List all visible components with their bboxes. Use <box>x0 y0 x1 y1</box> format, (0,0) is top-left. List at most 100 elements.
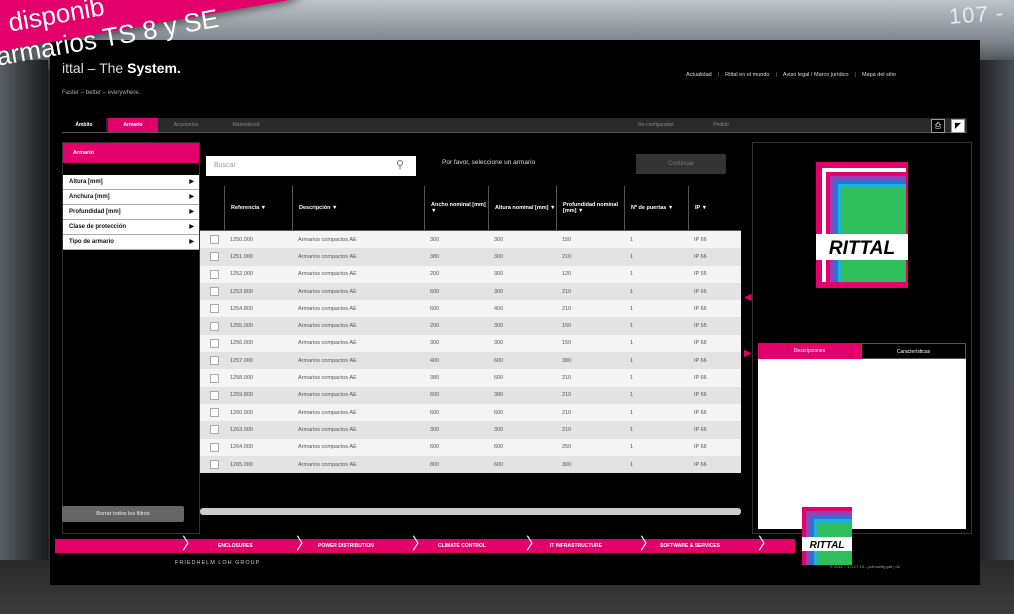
table-cell: IP 55 <box>694 323 707 330</box>
header-ancho[interactable]: Ancho nominal [mm] ▼ <box>424 186 488 230</box>
chevron-right-icon: 〉 <box>412 536 429 553</box>
header-descripcion[interactable]: Descripción ▼ <box>292 186 424 230</box>
table-cell: 600 <box>430 444 440 451</box>
link-legal[interactable]: Aviso legal / Marco jurídico <box>783 72 849 78</box>
header-profundidad[interactable]: Profundidad nominal [mm] ▼ <box>556 186 624 230</box>
row-checkbox[interactable] <box>210 408 219 418</box>
row-checkbox[interactable] <box>210 269 219 279</box>
header-referencia[interactable]: Referencia ▼ <box>224 186 292 230</box>
table-row[interactable]: 1253.800 Armarios compactos AE 600 300 210 1 I… <box>200 282 741 301</box>
footer-power-distribution[interactable]: POWER DISTRIBUTION <box>318 539 374 553</box>
table-cell: 380 <box>562 357 572 364</box>
header-puertas[interactable]: Nº de puertas ▼ <box>624 186 688 230</box>
row-checkbox[interactable] <box>210 425 219 435</box>
table-row[interactable]: 1251.000 Armarios compactos AE 380 300 210 1 I… <box>200 248 741 266</box>
tab-caracteristicas[interactable]: Características <box>861 343 966 359</box>
table-cell: 1260.000 <box>230 409 253 416</box>
header-ip[interactable]: IP ▼ <box>688 186 741 230</box>
chevron-right-icon: ▶ <box>189 209 194 215</box>
filter-anchura[interactable]: Anchura [mm] ▶ <box>63 190 199 205</box>
row-checkbox[interactable] <box>210 442 219 452</box>
table-cell: 1257.000 <box>230 357 253 364</box>
sidebar-title: Armario <box>63 143 199 163</box>
table-row[interactable]: 1260.000 Armarios compactos AE 600 600 210 1 I… <box>200 403 741 422</box>
table-cell: IP 55 <box>694 271 707 278</box>
horizontal-scrollbar[interactable] <box>200 508 741 515</box>
group-name: FRIEDHELM LOH GROUP <box>175 560 261 566</box>
header-altura[interactable]: Altura nominal [mm] ▼ <box>488 186 556 230</box>
table-cell: 1 <box>630 236 634 243</box>
top-links: Actualidad | Rittal en el mundo | Aviso le… <box>686 72 896 78</box>
collapse-left-icon[interactable]: ◀ <box>744 292 752 306</box>
search-input[interactable]: Buscar <box>206 156 416 176</box>
rittal-logo-text: RITTAL <box>829 238 895 259</box>
row-checkbox[interactable] <box>210 321 219 331</box>
tab-accesorios[interactable]: Accesorios <box>160 118 212 132</box>
table-cell: Armarios compactos AE <box>298 340 357 347</box>
row-checkbox-cell <box>200 425 224 435</box>
row-checkbox-cell <box>200 321 224 331</box>
footer-climate-control[interactable]: CLIMATE CONTROL <box>438 539 486 553</box>
tab-descripciones[interactable]: Descripciones <box>758 343 861 359</box>
filter-altura[interactable]: Altura [mm] ▶ <box>63 175 199 190</box>
tab-materialized[interactable]: Materialized <box>214 118 278 132</box>
row-checkbox[interactable] <box>210 252 219 262</box>
tab-armario[interactable]: Armario <box>108 118 158 132</box>
print-icon[interactable]: ⎙ <box>931 119 945 133</box>
row-checkbox[interactable] <box>210 460 219 469</box>
select-message: Por favor, seleccione un armario <box>442 159 536 166</box>
link-rittal-world[interactable]: Rittal en el mundo <box>725 72 769 78</box>
chevron-right-icon: 〉 <box>296 536 313 553</box>
table-cell: 300 <box>430 236 440 243</box>
corner-number: 107 - <box>948 0 1005 29</box>
filter-label: Clase de protección <box>69 224 127 230</box>
filter-profundidad[interactable]: Profundidad [mm] ▶ <box>63 205 199 220</box>
table-row[interactable]: 1258.000 Armarios compactos AE 380 600 210 1 I… <box>200 369 741 387</box>
tab-reconfigurador[interactable]: Re-configurador <box>614 118 698 132</box>
row-checkbox[interactable] <box>210 304 219 314</box>
table-row[interactable]: 1259.800 Armarios compactos AE 600 380 210 1 I… <box>200 386 741 404</box>
cursor-icon[interactable]: ◤ <box>951 119 965 133</box>
link-sitemap[interactable]: Mapa del sitio <box>862 72 896 78</box>
table-cell: 200 <box>430 323 440 330</box>
tab-ambito[interactable]: Ámbito <box>62 118 106 132</box>
table-row[interactable]: 1265.000 Armarios compactos AE 800 600 300 1 I… <box>200 455 741 474</box>
footer-enclosures[interactable]: ENCLOSURES <box>218 539 253 553</box>
table-cell: 1 <box>630 426 634 433</box>
chevron-right-icon: 〉 <box>758 536 775 553</box>
row-checkbox[interactable] <box>210 235 219 245</box>
table-row[interactable]: 1250.000 Armarios compactos AE 300 300 150 1 I… <box>200 231 741 249</box>
table-row[interactable]: 1264.000 Armarios compactos AE 600 600 250 1 I… <box>200 438 741 456</box>
row-checkbox[interactable] <box>210 373 219 383</box>
table-cell: 300 <box>494 340 504 347</box>
table-row[interactable]: 1256.000 Armarios compactos AE 300 300 150 1 I… <box>200 334 741 353</box>
expand-right-icon[interactable]: ▶ <box>744 348 752 362</box>
table-row[interactable]: 1255.000 Armarios compactos AE 200 300 150 1 I… <box>200 317 741 335</box>
table-row[interactable]: 1252.000 Armarios compactos AE 200 300 120 1 I… <box>200 265 741 283</box>
filter-clase-proteccion[interactable]: Clase de protección ▶ <box>63 220 199 235</box>
rittal-logo: RITTAL <box>816 162 908 288</box>
row-checkbox[interactable] <box>210 356 219 366</box>
table-row[interactable]: 1263.000 Armarios compactos AE 300 300 210 1 I… <box>200 421 741 439</box>
row-checkbox[interactable] <box>210 390 219 400</box>
site-logo[interactable]: ittal – The System. <box>62 60 181 76</box>
header-checkbox-col <box>200 186 224 230</box>
continue-button[interactable]: Continuar <box>636 154 726 174</box>
table-row[interactable]: 1257.000 Armarios compactos AE 400 600 380 1 I… <box>200 352 741 370</box>
search-icon[interactable]: ⚲ <box>396 158 404 171</box>
table-cell: 600 <box>430 305 440 312</box>
table-cell: 1254.800 <box>230 305 253 312</box>
footer-software-services[interactable]: SOFTWARE & SERVICES <box>660 539 720 553</box>
table-cell: Armarios compactos AE <box>298 444 357 451</box>
link-actualidad[interactable]: Actualidad <box>686 72 712 78</box>
filter-tipo-armario[interactable]: Tipo de armario ▶ <box>63 235 199 250</box>
table-cell: IP 66 <box>694 288 707 295</box>
table-cell: 300 <box>494 236 504 243</box>
row-checkbox[interactable] <box>210 338 219 348</box>
tab-pedido[interactable]: Pedido <box>700 118 742 132</box>
row-checkbox[interactable] <box>210 287 219 297</box>
footer-it-infrastructure[interactable]: IT INFRASTRUCTURE <box>550 539 602 553</box>
table-row[interactable]: 1254.800 Armarios compactos AE 600 400 210 1 I… <box>200 300 741 318</box>
clear-filters-button[interactable]: Borrar todos los filtros <box>62 506 184 522</box>
table-cell: 300 <box>494 253 504 260</box>
